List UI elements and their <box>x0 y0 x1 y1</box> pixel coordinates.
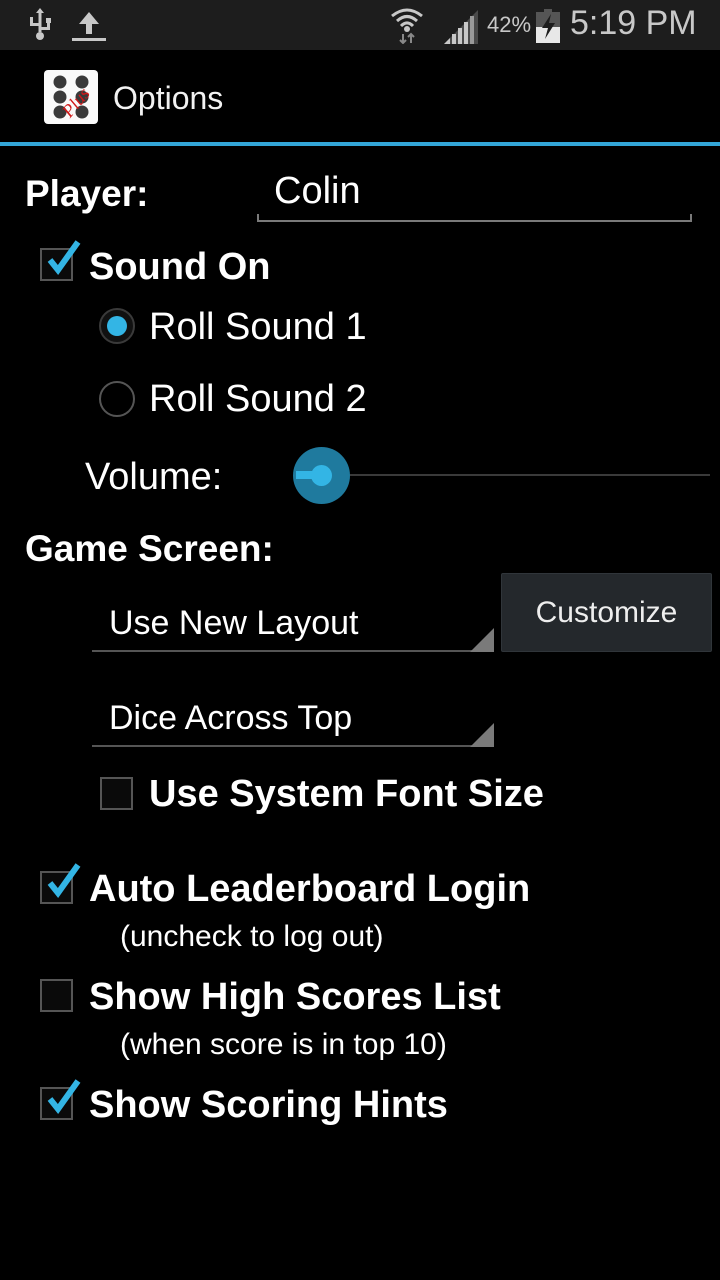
battery-percent: 42% <box>487 12 532 37</box>
page-title: Options <box>113 80 224 116</box>
dice-position-spinner[interactable]: Dice Across Top <box>92 689 494 747</box>
sound-on-checkbox[interactable] <box>40 240 81 281</box>
radio-selected-dot <box>107 316 127 336</box>
roll-sound-1-radio[interactable] <box>99 308 135 344</box>
spinner-underline <box>92 745 494 747</box>
status-bar: 42% 5:19 PM <box>0 0 720 50</box>
roll-sound-1-label: Roll Sound 1 <box>149 306 367 348</box>
clock: 5:19 PM <box>570 4 697 42</box>
auto-leaderboard-login-checkbox[interactable] <box>40 863 81 904</box>
dice-plus-icon[interactable]: Plus <box>44 70 98 124</box>
show-high-scores-label: Show High Scores List <box>89 976 501 1018</box>
roll-sound-2-label: Roll Sound 2 <box>149 378 367 420</box>
battery-charging-icon <box>536 9 560 43</box>
player-name-input[interactable] <box>257 160 692 222</box>
spinner-underline <box>92 650 494 652</box>
usb-icon <box>30 8 51 40</box>
volume-label: Volume: <box>85 456 223 498</box>
use-system-font-size-label: Use System Font Size <box>149 773 544 815</box>
signal-icon <box>444 10 478 44</box>
spinner-arrow-icon <box>470 628 494 652</box>
wifi-icon <box>391 8 423 44</box>
show-scoring-hints-label: Show Scoring Hints <box>89 1084 448 1126</box>
layout-spinner[interactable]: Use New Layout <box>92 594 494 652</box>
dice-position-spinner-value: Dice Across Top <box>109 699 353 737</box>
action-bar-divider <box>0 142 720 146</box>
use-system-font-size-checkbox[interactable] <box>100 777 133 810</box>
player-label: Player: <box>25 173 149 214</box>
volume-slider-thumb[interactable] <box>311 465 332 486</box>
show-high-scores-sublabel: (when score is in top 10) <box>120 1028 447 1061</box>
show-high-scores-checkbox[interactable] <box>40 979 73 1012</box>
game-screen-label: Game Screen: <box>25 528 274 569</box>
customize-button[interactable]: Customize <box>501 573 712 652</box>
roll-sound-2-radio[interactable] <box>99 381 135 417</box>
upload-icon <box>72 12 106 41</box>
layout-spinner-value: Use New Layout <box>109 604 359 642</box>
show-scoring-hints-checkbox[interactable] <box>40 1079 81 1120</box>
spinner-arrow-icon <box>470 723 494 747</box>
volume-slider-track[interactable] <box>322 474 710 476</box>
action-bar: Plus Options <box>0 50 720 142</box>
checkmark-icon <box>47 863 81 898</box>
player-input-underline <box>257 214 692 222</box>
checkmark-icon <box>47 1079 81 1114</box>
sound-on-label: Sound On <box>89 246 271 288</box>
auto-leaderboard-login-sublabel: (uncheck to log out) <box>120 920 384 953</box>
auto-leaderboard-login-label: Auto Leaderboard Login <box>89 868 531 910</box>
checkmark-icon <box>47 240 81 275</box>
